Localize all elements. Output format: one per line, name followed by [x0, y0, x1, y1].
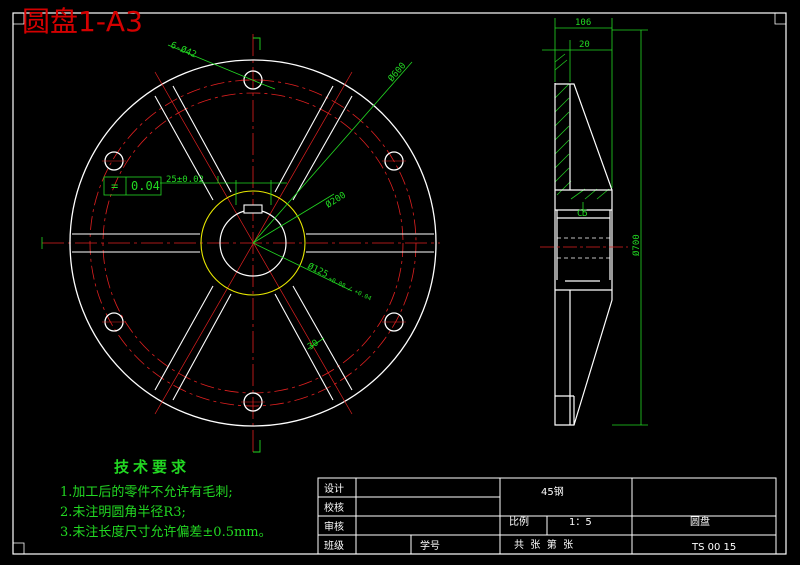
bolt-hole-centerlines — [102, 79, 406, 403]
section-mark — [253, 440, 261, 453]
bore-dim-label: Ø200 — [324, 190, 348, 211]
side-view: 106 20 C5 Ø700 — [540, 18, 648, 426]
front-dimension-leaders — [103, 44, 413, 350]
sheet-corner-marks — [774, 13, 786, 25]
review-label: 审核 — [324, 520, 344, 533]
flatness-symbol: = — [111, 179, 118, 193]
pcd-dim-label: Ø600 — [386, 60, 409, 84]
drawing-code: TS 00 15 — [691, 542, 736, 553]
side-dimension-labels: 106 20 C5 Ø700 — [575, 18, 642, 256]
requirement-item: 3.未注长度尺寸允许偏差±0.5mm。 — [60, 525, 272, 540]
class-label: 班级 — [324, 540, 344, 552]
requirement-item: 2.未注明圆角半径R3; — [60, 505, 186, 520]
hub-dim-label: Ø125 — [306, 261, 330, 280]
diameter-label: Ø700 — [631, 234, 642, 256]
side-outline — [554, 83, 613, 426]
title-block-text: 设计 校核 审核 班级 学号 45钢 比例 1：5 圆盘 共 张 第 张 TS … — [324, 482, 736, 553]
side-dimension-lines — [542, 18, 648, 426]
section-mark — [253, 37, 261, 50]
section-hatching — [554, 53, 610, 200]
student-no-label: 学号 — [420, 539, 440, 552]
sheet-corner-marks — [13, 542, 25, 554]
bolt-holes — [104, 70, 404, 412]
rim-width-label: 20 — [579, 40, 590, 50]
design-label: 设计 — [324, 482, 344, 495]
tech-requirements-heading: 技术要求 — [114, 458, 191, 476]
chamfer-label: C5 — [577, 209, 588, 219]
check-label: 校核 — [324, 501, 344, 514]
keyway — [243, 204, 263, 214]
sheet-count: 共 张 第 张 — [514, 538, 573, 551]
drawing-title: 圆盘1-A3 — [22, 5, 143, 38]
holes-dim-label: 6-Ø42 — [169, 40, 198, 61]
material-label: 45钢 — [541, 485, 564, 498]
keyway-dim-label: 25±0.02 — [166, 175, 204, 185]
hub-tol-label: +0.08 / +0.04 — [327, 276, 373, 303]
overall-width-label: 106 — [575, 18, 591, 28]
scale-value: 1：5 — [569, 517, 592, 528]
scale-label: 比例 — [509, 515, 529, 528]
part-name: 圆盘 — [690, 515, 710, 528]
hidden-lines — [557, 237, 610, 259]
requirement-item: 1.加工后的零件不允许有毛刺; — [60, 485, 233, 500]
flatness-value: 0.04 — [131, 179, 160, 193]
front-view: 6-Ø42 Ø600 Ø200 Ø125 +0.08 / +0.04 25±0.… — [41, 34, 440, 455]
rib-dim-label: 30 — [306, 338, 321, 352]
